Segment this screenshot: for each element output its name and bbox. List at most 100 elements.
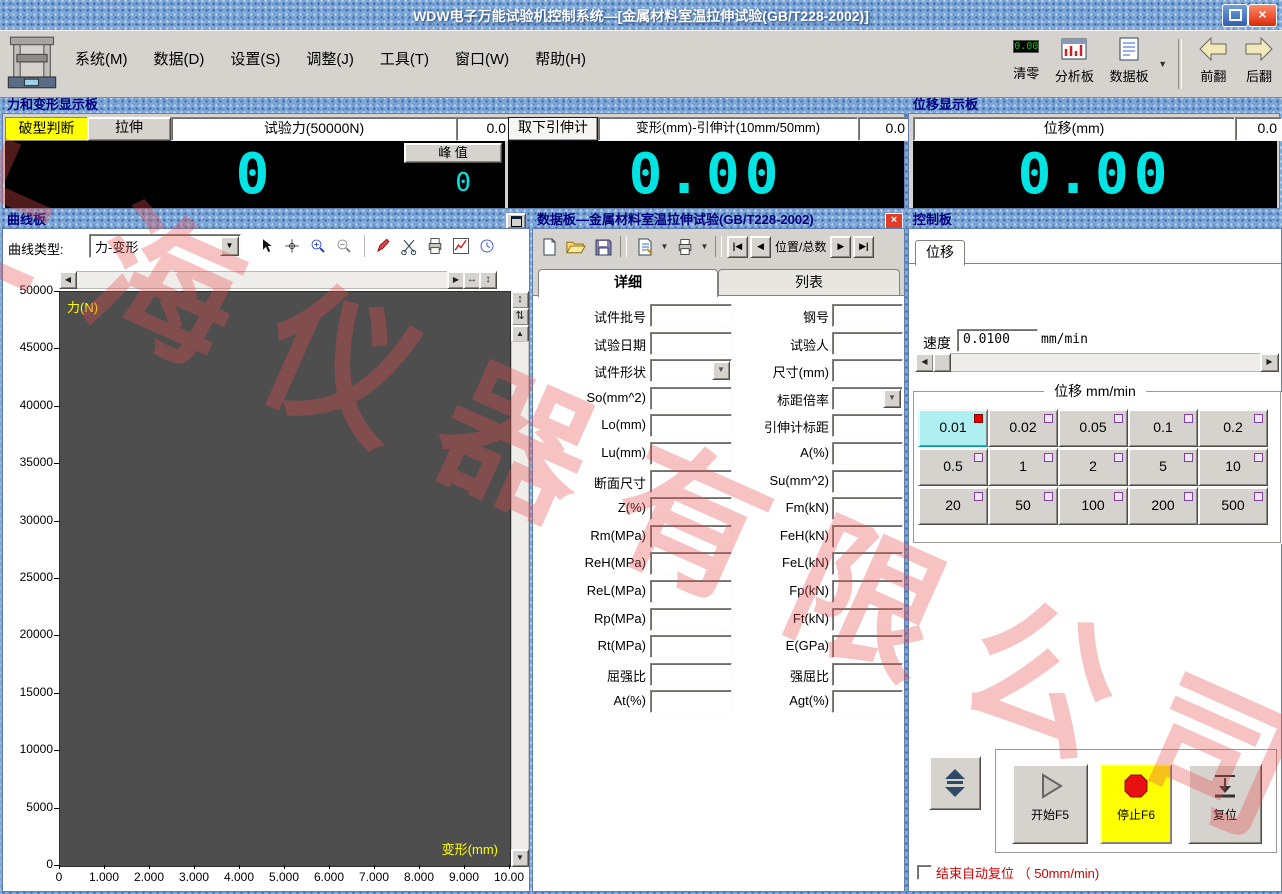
jog-updown-button[interactable] [929,756,981,810]
speed-option-button[interactable]: 0.02 [988,409,1058,447]
speed-option-button[interactable]: 100 [1058,487,1128,525]
curve-hscroll-track[interactable] [75,271,449,289]
slider-left-button[interactable]: ◀ [915,353,934,372]
curve-type-select[interactable]: 力-变形 ▼ [89,234,241,258]
field-input[interactable] [832,524,903,548]
field-input[interactable] [832,662,903,686]
field-input[interactable]: ▼ [650,359,732,383]
report-preview-button[interactable] [632,234,657,259]
slider-thumb[interactable] [933,353,951,372]
save-button[interactable] [590,234,615,259]
minimize-button[interactable] [1222,4,1248,27]
open-file-button[interactable] [563,234,588,259]
speed-option-button[interactable]: 200 [1128,487,1198,525]
field-input[interactable] [650,635,732,659]
remove-extensometer-button[interactable]: 取下引伸计 [508,117,598,141]
field-input[interactable] [650,386,732,410]
tab-list[interactable]: 列表 [718,269,900,297]
speed-option-button[interactable]: 5 [1128,448,1198,486]
curve-vscroll-track[interactable] [511,341,529,851]
plot-area[interactable]: 力(N) 变形(mm) [59,291,511,867]
speed-option-button[interactable]: 20 [918,487,988,525]
auto-reset-checkbox[interactable] [917,865,932,880]
menu-item-1[interactable]: 数据(D) [141,45,218,72]
speed-option-button[interactable]: 500 [1198,487,1268,525]
field-input[interactable] [650,524,732,548]
clock-tool-button[interactable] [474,233,499,258]
speed-option-button[interactable]: 0.5 [918,448,988,486]
speed-option-button[interactable]: 10 [1198,448,1268,486]
new-record-button[interactable] [536,234,561,259]
speed-option-button[interactable]: 0.01 [918,409,988,447]
field-input[interactable] [832,442,903,465]
slider-right-button[interactable]: ▶ [1260,353,1279,372]
pen-tool-button[interactable] [370,233,395,258]
fit-all-button[interactable]: ↕ [479,271,497,289]
field-input[interactable] [650,607,732,631]
field-input[interactable] [650,552,732,576]
tab-detail[interactable]: 详细 [538,269,718,297]
menu-item-5[interactable]: 窗口(W) [442,45,522,72]
menu-item-2[interactable]: 设置(S) [217,45,293,72]
speed-option-button[interactable]: 1 [988,448,1058,486]
speed-slider-track[interactable] [915,353,1279,372]
field-input[interactable] [832,469,903,493]
data-panel-close-button[interactable]: × [885,213,903,229]
clear-zero-button[interactable]: 0.00 清零 [1009,33,1043,83]
speed-input[interactable]: 0.0100 [957,329,1038,352]
field-input[interactable] [832,414,903,438]
field-input[interactable] [650,662,732,686]
field-input[interactable] [832,304,903,327]
print-button[interactable] [672,234,697,259]
chevron-down-icon[interactable]: ▼ [220,236,239,256]
nav-prev-button[interactable]: ◀ [750,235,771,258]
menu-item-0[interactable]: 系统(M) [62,45,141,72]
scroll-down-button[interactable]: ▼ [511,849,529,867]
field-input[interactable] [650,580,732,603]
scissors-tool-button[interactable] [396,233,421,258]
menu-item-4[interactable]: 工具(T) [367,45,442,72]
field-input[interactable] [832,497,903,521]
zoom-out-tool-button[interactable] [331,233,356,258]
speed-option-button[interactable]: 0.1 [1128,409,1198,447]
menu-item-6[interactable]: 帮助(H) [522,45,599,72]
speed-option-button[interactable]: 50 [988,487,1058,525]
field-input[interactable] [832,580,903,603]
vscroll-tool-1-button[interactable]: ↕ [511,291,529,309]
speed-option-button[interactable]: 2 [1058,448,1128,486]
nav-first-button[interactable]: |◀ [727,235,748,258]
field-input[interactable] [650,469,732,493]
nav-next-button[interactable]: ▶ [830,235,852,258]
reset-button[interactable]: 复位 [1188,764,1262,844]
print-dropdown-icon[interactable]: ▼ [699,242,710,251]
vscroll-tool-2-button[interactable]: ⇅ [511,308,529,326]
menu-item-3[interactable]: 调整(J) [293,45,367,72]
prev-page-button[interactable]: 前翻 [1194,33,1232,86]
scroll-left-button[interactable]: ◀ [59,271,77,289]
field-input[interactable] [650,442,732,465]
print-tool-button[interactable] [422,233,447,258]
speed-option-button[interactable]: 0.05 [1058,409,1128,447]
field-input[interactable] [832,331,903,355]
field-input[interactable] [832,635,903,659]
field-input[interactable] [650,304,732,327]
crosshair-tool-button[interactable] [279,233,304,258]
field-input[interactable] [650,414,732,438]
toolbar-dropdown-icon[interactable]: ▼ [1158,59,1167,69]
pointer-tool-button[interactable] [253,233,278,258]
chart-tool-button[interactable] [448,233,473,258]
nav-last-button[interactable]: ▶| [853,235,875,258]
data-board-button[interactable]: 数据板 [1106,33,1153,86]
chevron-down-icon[interactable]: ▼ [883,388,901,408]
field-input[interactable] [650,331,732,355]
stop-button[interactable]: 停止F6 [1100,764,1172,844]
field-input[interactable] [650,690,732,714]
curve-window-icon[interactable] [506,213,526,229]
field-input[interactable] [650,497,732,521]
analysis-board-button[interactable]: 分析板 [1051,33,1098,86]
next-page-button[interactable]: 后翻 [1240,33,1278,86]
field-input[interactable] [832,359,903,383]
speed-option-button[interactable]: 0.2 [1198,409,1268,447]
field-input[interactable] [832,607,903,631]
tensile-button[interactable]: 拉伸 [87,117,171,141]
